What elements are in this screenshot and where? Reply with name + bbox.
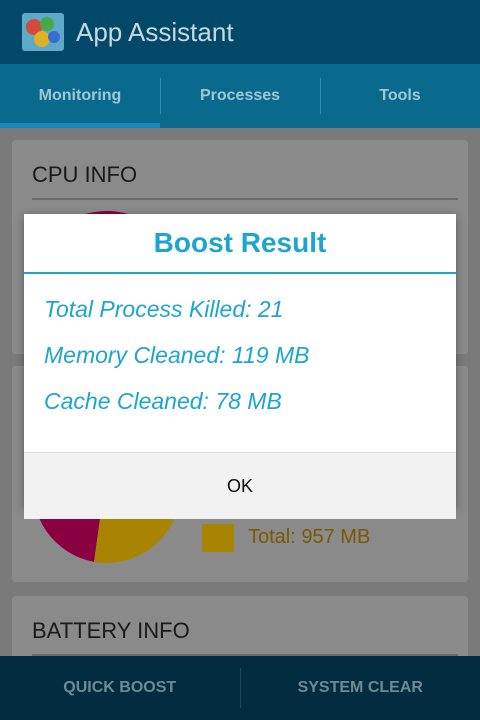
battery-info-title: BATTERY INFO <box>32 618 190 643</box>
tab-divider <box>160 78 161 114</box>
legend-swatch-total <box>202 524 234 552</box>
tab-divider <box>320 78 321 114</box>
tab-processes[interactable]: Processes <box>160 64 320 128</box>
app-title: App Assistant <box>76 16 234 47</box>
app-logo-gears-icon <box>22 13 64 51</box>
tab-label: Tools <box>379 87 421 104</box>
app-bar: App Assistant <box>0 0 480 64</box>
processes-killed-text: Total Process Killed: 21 <box>44 296 284 322</box>
ok-button[interactable]: OK <box>24 452 456 519</box>
dialog-title: Boost Result <box>153 227 327 258</box>
legend-total-text: Total: 957 MB <box>248 526 371 548</box>
card-divider <box>32 198 458 200</box>
cpu-info-title: CPU INFO <box>32 162 138 187</box>
tab-label: Processes <box>199 87 281 104</box>
tab-tools[interactable]: Tools <box>320 64 480 128</box>
cache-cleaned-text: Cache Cleaned: 78 MB <box>44 388 282 414</box>
dialog-body: Total Process Killed: 21 Memory Cleaned:… <box>24 274 456 452</box>
quick-boost-button[interactable]: QUICK BOOST <box>0 656 240 720</box>
boost-result-dialog: Boost Result Total Process Killed: 21 Me… <box>24 214 456 519</box>
bottom-action-bar: QUICK BOOST SYSTEM CLEAR <box>0 656 480 720</box>
system-clear-button[interactable]: SYSTEM CLEAR <box>241 656 480 720</box>
tab-bar: Monitoring Processes Tools <box>0 64 480 128</box>
tab-label: Monitoring <box>38 87 122 104</box>
memory-cleaned-text: Memory Cleaned: 119 MB <box>44 342 310 368</box>
tab-monitoring[interactable]: Monitoring <box>0 64 160 128</box>
